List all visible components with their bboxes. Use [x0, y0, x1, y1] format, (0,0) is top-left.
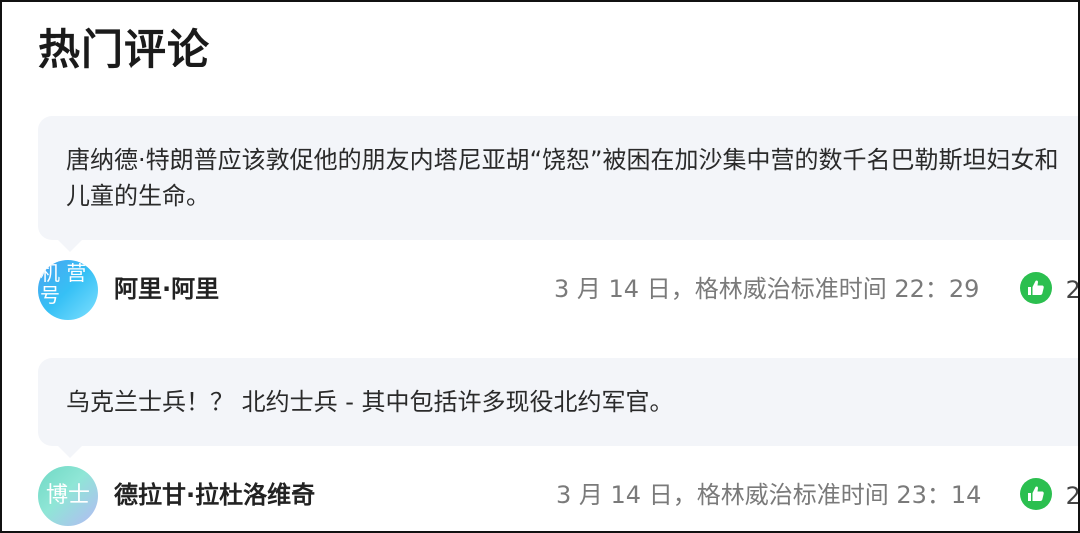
section-title: 热门评论: [38, 25, 211, 74]
like-count: 27: [1065, 276, 1080, 304]
comment-bubble: 乌克兰士兵！？ 北约士兵 - 其中包括许多现役北约军官。: [38, 358, 1078, 458]
avatar[interactable]: 博士: [38, 466, 98, 526]
comment-meta: 博士 德拉甘·拉杜洛维奇 3 月 14 日，格林威治标准时间 23：14 25: [38, 466, 1080, 526]
comment-text: 乌克兰士兵！？ 北约士兵 - 其中包括许多现役北约军官。: [66, 388, 674, 416]
like-button[interactable]: 25: [1020, 478, 1080, 513]
hot-comments-panel: 热门评论 唐纳德·特朗普应该敦促他的朋友内塔尼亚胡“饶恕”被困在加沙集中营的数千…: [0, 0, 1080, 533]
thumbs-up-icon[interactable]: [1020, 478, 1052, 510]
comment-author[interactable]: 阿里·阿里: [114, 272, 219, 306]
comment-bubble: 唐纳德·特朗普应该敦促他的朋友内塔尼亚胡“饶恕”被困在加沙集中营的数千名巴勒斯坦…: [38, 116, 1078, 252]
avatar-text: 博士: [45, 483, 90, 508]
comment-text: 唐纳德·特朗普应该敦促他的朋友内塔尼亚胡“饶恕”被困在加沙集中营的数千名巴勒斯坦…: [66, 146, 1059, 210]
comment-timestamp: 3 月 14 日，格林威治标准时间 23：14: [556, 481, 982, 509]
thumbs-up-icon[interactable]: [1020, 272, 1052, 304]
avatar[interactable]: 机 营 号: [38, 260, 98, 320]
comment-timestamp: 3 月 14 日，格林威治标准时间 22：29: [554, 275, 980, 303]
like-count: 25: [1065, 482, 1080, 510]
comment-author[interactable]: 德拉甘·拉杜洛维奇: [114, 478, 315, 512]
like-button[interactable]: 27: [1020, 272, 1080, 307]
comment-meta: 机 营 号 阿里·阿里 3 月 14 日，格林威治标准时间 22：29 27: [38, 260, 1080, 320]
avatar-text: 机 营 号: [40, 261, 87, 307]
